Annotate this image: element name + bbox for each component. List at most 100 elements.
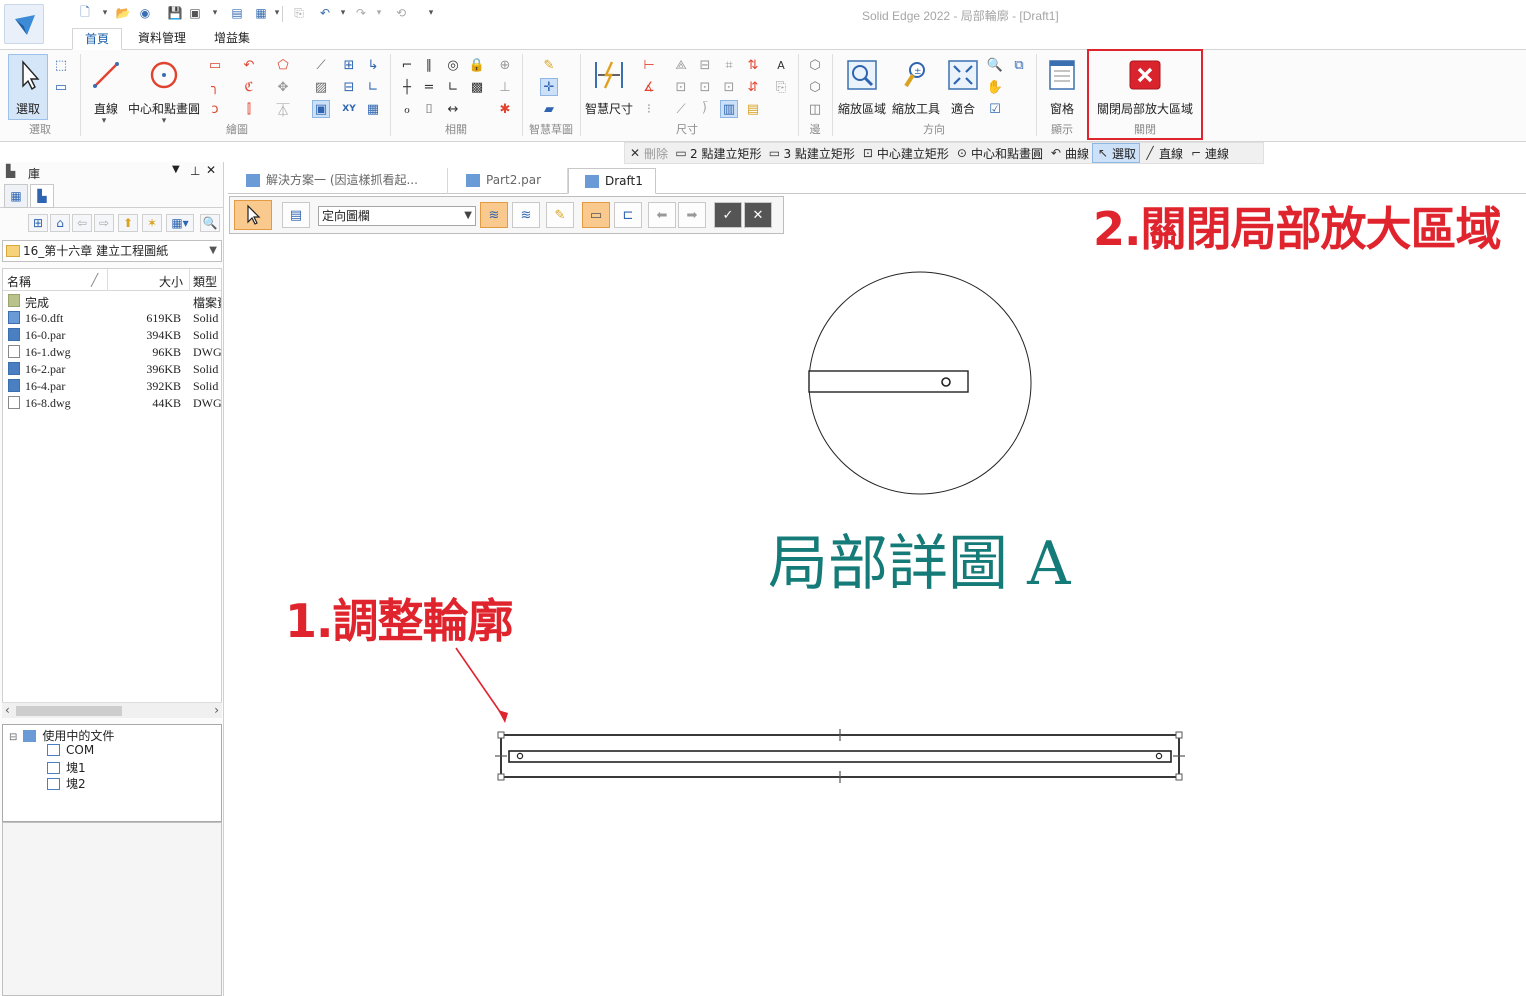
maintain-relations-icon[interactable]: ⊥ <box>496 78 514 96</box>
next-step-button[interactable]: ➡ <box>678 202 706 228</box>
properties-button[interactable]: ▤ <box>282 202 310 228</box>
tab-pathfinder-icon[interactable]: ▦ <box>4 184 28 208</box>
customize-qat-icon[interactable]: ▾ <box>422 4 440 22</box>
mirror-axis-icon[interactable]: ⏄ <box>274 100 292 119</box>
inside-select-button[interactable]: ▭ <box>582 202 610 228</box>
arc-icon[interactable]: ↶ <box>240 56 258 74</box>
corner-icon[interactable]: ∟ <box>364 78 382 96</box>
select-filter-combo[interactable]: 定向圖欄 ▼ <box>318 206 476 226</box>
view-mode-icon[interactable]: ▦▾ <box>166 214 194 232</box>
chamfer-dim-icon[interactable]: ⟁ <box>672 56 690 74</box>
symmetric-icon[interactable]: ⌷ <box>420 100 438 118</box>
parallel-icon[interactable]: ∥ <box>420 56 438 74</box>
circle-center-point-button[interactable]: 中心和點畫圓 <box>126 54 202 118</box>
scroll-left-icon[interactable]: ‹ <box>5 703 10 717</box>
column-name[interactable]: 名稱 <box>7 273 31 290</box>
polygon-icon[interactable]: ⬠ <box>274 56 292 74</box>
trim-icon[interactable]: ↄ <box>206 100 224 118</box>
back-icon[interactable]: ⇦ <box>72 214 92 232</box>
save-dropdown-icon[interactable]: ▾ <box>206 4 224 22</box>
cmd-select[interactable]: ↖ 選取 <box>1091 143 1140 163</box>
grid-icon[interactable]: ▦ <box>364 100 382 118</box>
horizontal-vertical-icon[interactable]: ↔ <box>444 100 462 118</box>
forward-icon[interactable]: ⇨ <box>94 214 114 232</box>
relation-handles-icon[interactable]: ⊕ <box>496 56 514 74</box>
zoom-tool-button[interactable]: ± 縮放工具 <box>890 54 942 118</box>
undo-icon[interactable]: ↶ <box>316 4 334 22</box>
new-file-icon[interactable]: 🗋 <box>76 4 94 22</box>
handle-top-right[interactable] <box>1175 731 1183 739</box>
up-folder-icon[interactable]: ⬆ <box>118 214 138 232</box>
perpendicular-icon[interactable]: ∟ <box>444 78 462 96</box>
properties-icon[interactable]: ▤ <box>228 4 246 22</box>
handle-top-left[interactable] <box>497 731 505 739</box>
line-button[interactable]: 直線 <box>86 54 126 118</box>
folder-tree-icon[interactable]: ⊞ <box>28 214 48 232</box>
edge-properties-icon[interactable]: ◫ <box>806 100 824 118</box>
line-dropdown-icon[interactable]: ▾ <box>95 112 113 130</box>
cmd-line[interactable]: ╱ 直線 <box>1140 143 1186 163</box>
text-icon[interactable]: A <box>772 56 790 74</box>
window-button[interactable]: 窗格 <box>1042 54 1082 118</box>
intersection-icon[interactable]: ┼ <box>398 78 416 96</box>
edge-3d-icon[interactable]: ⬡ <box>806 56 824 74</box>
offset-icon[interactable]: ℭ <box>240 78 258 96</box>
coordinate-dim-icon[interactable]: ⁝ <box>640 100 658 118</box>
angle-between-icon[interactable]: ∡ <box>640 78 658 96</box>
cmd-curve[interactable]: ↶ 曲線 <box>1046 143 1092 163</box>
select-button[interactable]: 選取 <box>8 54 48 118</box>
fit-button[interactable]: 適合 <box>944 54 982 118</box>
mirror-icon[interactable]: ⫿ <box>240 100 258 118</box>
home-icon[interactable]: ⌂ <box>50 214 70 232</box>
open-file-icon[interactable]: 📂 <box>114 4 132 22</box>
detail-view-caption[interactable]: 局部詳圖 A <box>768 515 1070 602</box>
hatch-icon[interactable]: ⟋ <box>312 56 330 74</box>
select-filter-icon[interactable]: ▭ <box>52 78 70 96</box>
file-row[interactable]: 完成 檔案資 <box>3 293 221 310</box>
extend-icon[interactable]: ⊟ <box>340 78 358 96</box>
equal-icon[interactable]: = <box>420 78 438 96</box>
new-dropdown-icon[interactable]: ▾ <box>96 4 114 22</box>
xy-coordinate-icon[interactable]: XY <box>340 100 358 118</box>
cmd-circle-center[interactable]: ⊙ 中心和點畫圓 <box>952 143 1046 163</box>
detail-part-profile[interactable] <box>808 370 969 393</box>
tree-item[interactable]: COM <box>47 743 94 759</box>
edge-link-icon[interactable]: ◉ <box>136 4 154 22</box>
redo-dropdown-icon[interactable]: ▾ <box>370 4 388 22</box>
back-step-button[interactable]: ⬅ <box>648 202 676 228</box>
split-icon[interactable]: ↳ <box>364 56 382 74</box>
tree-root[interactable]: ⊟ 使用中的文件 <box>9 727 114 743</box>
new-folder-icon[interactable]: ✶ <box>142 214 162 232</box>
convert-icon[interactable]: ⊞ <box>340 56 358 74</box>
doc-tab-solution[interactable]: 解決方案一 (因這樣抓看起... <box>230 168 448 194</box>
intellisketch-point-icon[interactable]: ✛ <box>540 78 558 96</box>
zoom-area-button[interactable]: 縮放區域 <box>836 54 888 118</box>
layer-button[interactable]: ≋ <box>480 202 508 228</box>
redo-icon[interactable]: ↷ <box>352 4 370 22</box>
tab-home[interactable]: 首頁 <box>72 28 123 50</box>
search-icon[interactable]: 🔍 <box>200 214 220 232</box>
fillet-icon[interactable]: ╮ <box>206 78 224 96</box>
file-row[interactable]: 16-2.par 396KB Solid I <box>3 361 221 378</box>
attach-dimension-icon[interactable]: ▤ <box>744 100 762 118</box>
folder-path-select[interactable]: 16_第十六章 建立工程圖紙 ▼ <box>2 240 222 262</box>
horizontal-scrollbar[interactable]: ‹ › <box>2 702 222 718</box>
save-icon[interactable]: 💾 <box>166 4 184 22</box>
close-panel-icon[interactable]: ✕ <box>206 163 216 177</box>
zoom-icon[interactable]: 🔍 <box>986 56 1004 74</box>
angular-coordinate-icon[interactable]: ⌗ <box>720 56 738 74</box>
edge-hidden-icon[interactable]: ⬡ <box>806 78 824 96</box>
save-all-icon[interactable]: ▣ <box>186 4 204 22</box>
symmetric-diameter-icon[interactable]: ⊟ <box>696 56 714 74</box>
dimension-axis-icon[interactable]: ⇅ <box>744 56 762 74</box>
file-row[interactable]: 16-4.par 392KB Solid I <box>3 378 221 395</box>
connect-icon[interactable]: ⌐ <box>398 56 416 74</box>
circle-dropdown-icon[interactable]: ▾ <box>155 112 173 130</box>
print-dropdown-icon[interactable]: ▾ <box>268 4 286 22</box>
file-row[interactable]: 16-8.dwg 44KB DWG <box>3 395 221 412</box>
copy-attributes-icon[interactable]: ⎘ <box>772 78 790 96</box>
tree-item[interactable]: 塊1 <box>47 759 86 775</box>
distance-between-icon[interactable]: ⊢ <box>640 56 658 74</box>
tab-library-icon[interactable]: ▙ <box>30 184 54 208</box>
collapse-icon[interactable]: ⊟ <box>9 732 17 743</box>
